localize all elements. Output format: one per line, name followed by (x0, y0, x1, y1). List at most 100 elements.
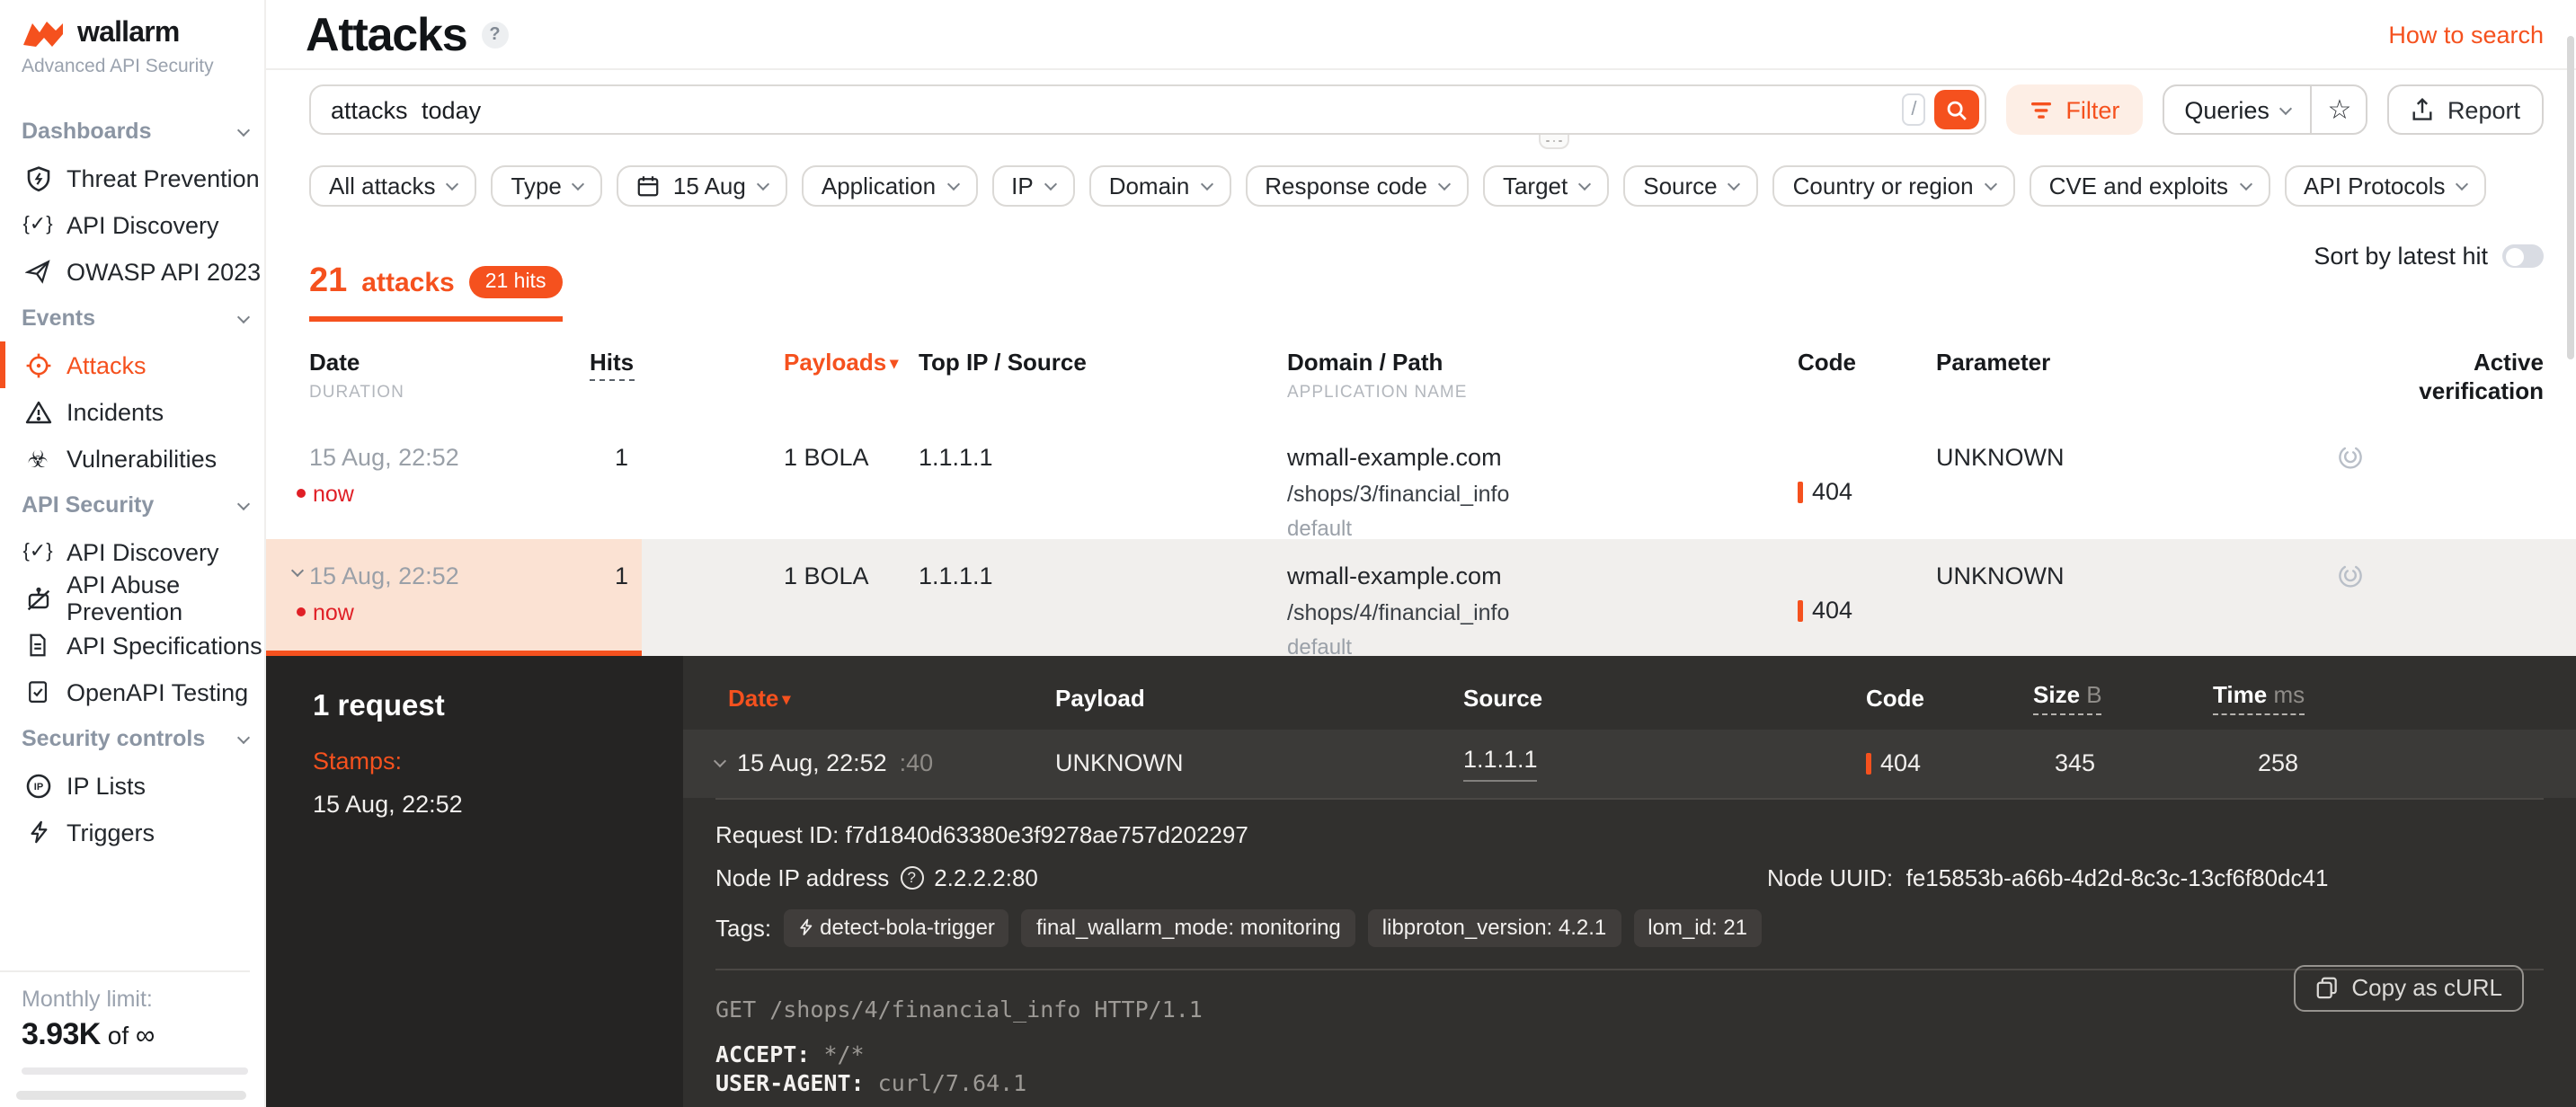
attacks-count-tab[interactable]: 21 attacks 21 hits (309, 262, 562, 322)
filter-chip-ip[interactable]: IP (991, 165, 1075, 207)
brand-name: wallarm (77, 18, 180, 50)
filter-chip-type[interactable]: Type (492, 165, 603, 207)
attack-hits: 1 (590, 562, 784, 659)
col-size[interactable]: Size B (2021, 680, 2200, 714)
report-button[interactable]: Report (2388, 84, 2544, 135)
filter-button[interactable]: Filter (2006, 84, 2143, 135)
brand-logo[interactable]: wallarm (0, 0, 264, 50)
attack-row[interactable]: 15 Aug, 22:52 now 1 1 BOLA 1.1.1.1 wmall… (266, 423, 2576, 538)
sort-control: Sort by latest hit (2314, 243, 2544, 270)
col-time[interactable]: Time ms (2200, 680, 2544, 714)
sidebar-item-incidents[interactable]: Incidents (0, 388, 264, 435)
sidebar-item-threat-prevention[interactable]: Threat Prevention (0, 155, 264, 201)
filter-chip-date[interactable]: 15 Aug (617, 165, 787, 207)
col-date-sorted[interactable]: Date▾ (715, 684, 1055, 711)
active-verification-cell[interactable] (2337, 443, 2544, 540)
tag-detect-bola-trigger[interactable]: detect-bola-trigger (784, 908, 1009, 946)
sidebar-item-attacks[interactable]: Attacks (0, 341, 264, 388)
filter-chip-application[interactable]: Application (802, 165, 977, 207)
http-accept-header: ACCEPT: */* (715, 1040, 2544, 1068)
slash-shortcut-hint: / (1902, 93, 1925, 126)
sidebar-item-api-discovery-2[interactable]: {✓} API Discovery (0, 528, 264, 575)
queries-label: Queries (2184, 96, 2270, 123)
tag-libproton-version[interactable]: libproton_version: 4.2.1 (1368, 908, 1621, 946)
sidebar-item-api-specifications[interactable]: API Specifications (0, 622, 264, 669)
how-to-search-link[interactable]: How to search (2388, 21, 2544, 48)
favorite-star-button[interactable]: ☆ (2313, 86, 2367, 133)
sidebar-item-api-discovery[interactable]: {✓} API Discovery (0, 201, 264, 248)
search-resize-handle[interactable] (1539, 135, 1569, 149)
filter-chips-row: All attacks Type 15 Aug Application IP D… (309, 165, 2544, 207)
request-payload: UNKNOWN (1055, 749, 1463, 776)
wallarm-logo-icon (22, 19, 67, 49)
search-query-text[interactable]: attacks today (331, 96, 1902, 123)
active-verification-cell[interactable] (2337, 562, 2544, 659)
sort-toggle[interactable] (2502, 244, 2544, 268)
col-hits[interactable]: Hits (590, 349, 784, 407)
sidebar-item-triggers[interactable]: Triggers (0, 809, 264, 855)
filter-chip-cve[interactable]: CVE and exploits (2030, 165, 2270, 207)
search-row: attacks today / Filter Queries (309, 84, 2544, 135)
filter-chip-source[interactable]: Source (1623, 165, 1758, 207)
request-source[interactable]: 1.1.1.1 (1463, 746, 1538, 782)
filter-chip-all-attacks[interactable]: All attacks (309, 165, 477, 207)
search-input[interactable]: attacks today / (309, 84, 1986, 135)
warning-icon (23, 398, 52, 425)
tag-lom-id[interactable]: lom_id: 21 (1633, 908, 1762, 946)
report-button-label: Report (2447, 96, 2520, 123)
sort-desc-icon: ▾ (782, 689, 790, 707)
app-window: wallarm Advanced API Security Dashboards… (0, 0, 2576, 1107)
monthly-progress-bar (22, 1067, 248, 1075)
col-payloads-sorted[interactable]: Payloads▾ (784, 349, 919, 407)
request-row[interactable]: 15 Aug, 22:52:40 UNKNOWN 1.1.1.1 404 345… (683, 729, 2576, 797)
search-icon (1945, 98, 1968, 121)
attack-row-expanded[interactable]: 15 Aug, 22:52 now 1 1 BOLA 1.1.1.1 wmall… (266, 538, 2576, 655)
attack-code: 404 (1798, 562, 1936, 659)
stamp-value: 15 Aug, 22:52 (313, 790, 683, 817)
http-request-block: GET /shops/4/financial_info HTTP/1.1 ACC… (715, 995, 2544, 1097)
sidebar-item-label: API Discovery (67, 538, 219, 565)
tag-final-wallarm-mode[interactable]: final_wallarm_mode: monitoring (1022, 908, 1355, 946)
bolt-icon (23, 819, 52, 845)
col-application-name: APPLICATION NAME (1287, 383, 1798, 403)
chevron-down-icon (237, 731, 250, 743)
attack-status: now (297, 481, 590, 506)
chevron-down-icon (573, 178, 585, 190)
sidebar-item-vulnerabilities[interactable]: ☣ Vulnerabilities (0, 435, 264, 482)
help-icon[interactable]: ? (481, 21, 508, 48)
filter-chip-domain[interactable]: Domain (1089, 165, 1231, 207)
filter-chip-country[interactable]: Country or region (1773, 165, 2015, 207)
queries-dropdown[interactable]: Queries (2164, 86, 2313, 133)
sidebar-item-api-abuse-prevention[interactable]: API Abuse Prevention (0, 575, 264, 622)
sidebar-section-events[interactable]: Events (0, 295, 264, 341)
filter-chip-response-code[interactable]: Response code (1245, 165, 1469, 207)
help-circle-icon[interactable]: ? (900, 865, 923, 889)
hits-badge: 21 hits (469, 266, 563, 298)
sidebar-section-dashboards[interactable]: Dashboards (0, 108, 264, 155)
monthly-of: of (108, 1021, 129, 1049)
vertical-scrollbar[interactable] (2567, 36, 2574, 359)
sidebar-item-owasp-api-2023[interactable]: OWASP API 2023 (0, 248, 264, 295)
sidebar-item-ip-lists[interactable]: IP IP Lists (0, 762, 264, 809)
copy-as-curl-button[interactable]: Copy as cURL (2294, 964, 2524, 1011)
search-button[interactable] (1934, 90, 1979, 129)
horizontal-scrollbar[interactable] (16, 1091, 246, 1100)
filter-chip-api-protocols[interactable]: API Protocols (2284, 165, 2487, 207)
detail-summary: 1 request Stamps: 15 Aug, 22:52 (266, 655, 683, 1107)
col-active-verification: Active verification (2414, 349, 2544, 407)
sidebar-item-openapi-testing[interactable]: OpenAPI Testing (0, 669, 264, 715)
attack-payloads: 1 BOLA (784, 443, 919, 540)
braces-icon: {✓} (23, 215, 52, 235)
calendar-icon (637, 174, 661, 198)
sidebar-section-security-controls[interactable]: Security controls (0, 715, 264, 762)
filter-chip-target[interactable]: Target (1483, 165, 1609, 207)
sidebar-item-label: OWASP API 2023 (67, 258, 261, 285)
infinity-icon: ∞ (136, 1021, 155, 1051)
sidebar-section-api-security[interactable]: API Security (0, 482, 264, 528)
sidebar-item-label: API Discovery (67, 211, 219, 238)
chevron-down-icon[interactable] (714, 755, 726, 767)
sidebar-item-label: Triggers (67, 819, 155, 846)
chevron-down-icon (237, 497, 250, 509)
attack-parameter: UNKNOWN (1936, 562, 2337, 659)
braces-icon: {✓} (23, 542, 52, 562)
